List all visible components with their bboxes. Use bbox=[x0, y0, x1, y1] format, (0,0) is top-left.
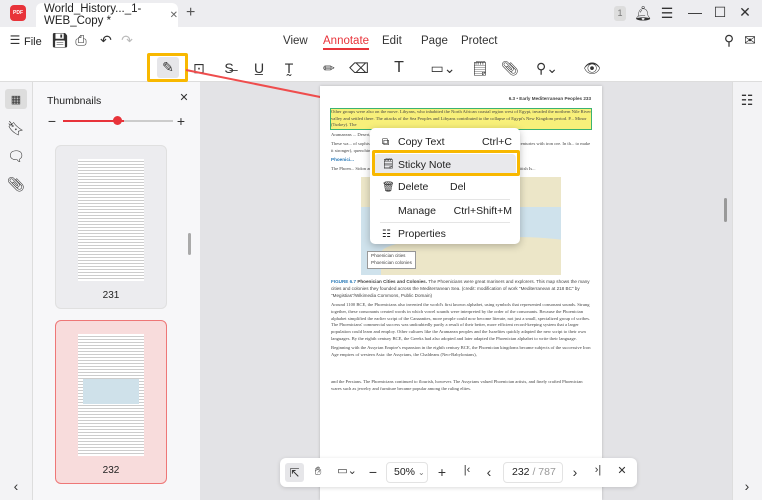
context-menu: ⧉ Copy Text Ctrl+C 🗒︎ Sticky Note 🗑︎ Delete D… bbox=[370, 128, 520, 244]
thumbnails-title: Thumbnails bbox=[47, 95, 102, 107]
paragraph: Around 1100 BCE, the Phoenicians also in… bbox=[331, 302, 591, 342]
sliders-icon: ☷ bbox=[382, 228, 391, 240]
menu-item-manage[interactable]: Manage Ctrl+Shift+M bbox=[370, 200, 520, 223]
prev-page-icon[interactable]: ‹ bbox=[482, 464, 496, 480]
copy-icon: ⧉ bbox=[382, 136, 390, 148]
zoom-out-icon[interactable]: − bbox=[366, 464, 380, 480]
map-legend: Phoenician cities Phoenician colonies bbox=[367, 251, 416, 269]
collapse-right-icon[interactable]: › bbox=[740, 478, 754, 494]
zoom-in-thumb-icon[interactable]: + bbox=[175, 113, 187, 129]
slider-handle[interactable] bbox=[113, 116, 122, 125]
page-number-input[interactable]: 232 / 787 bbox=[503, 462, 563, 483]
caption-title: Phoenician Cities and Colonies. bbox=[357, 279, 427, 285]
sticky-note-callout bbox=[372, 150, 520, 176]
legend-item: Phoenician cities bbox=[371, 253, 406, 259]
thumbnail-label: 232 bbox=[102, 465, 120, 476]
menu-item-delete[interactable]: 🗑︎ Delete Del bbox=[370, 176, 520, 199]
thumbnail-page-232[interactable]: 232 bbox=[55, 320, 167, 484]
figure-caption: FIGURE 6.7 Phoenician Cities and Colonie… bbox=[331, 279, 591, 299]
legend-item: Phoenician colonies bbox=[371, 259, 412, 265]
thumbnail-size-slider[interactable] bbox=[63, 116, 173, 125]
attachment-panel-icon[interactable]: 📎︎ bbox=[7, 176, 25, 193]
thumbnail-label: 231 bbox=[102, 290, 120, 301]
current-page: 232 bbox=[512, 466, 530, 478]
zoom-in-icon[interactable]: + bbox=[435, 464, 449, 480]
next-page-icon[interactable]: › bbox=[568, 464, 582, 480]
paragraph: Beginning with the Assyrian Empire's exp… bbox=[331, 345, 591, 358]
bottom-toolbar: ⇱ ✋︎ ▭⌄ − 50% ⌄ + |‹ ‹ 232 / 787 › ›| ✕ bbox=[280, 458, 637, 487]
view-mode-icon[interactable]: ▭⌄ bbox=[335, 464, 359, 477]
zoom-value: 50% bbox=[394, 466, 416, 478]
select-tool-icon[interactable]: ⇱ bbox=[285, 463, 304, 482]
caption-label: FIGURE 6.7 bbox=[331, 279, 357, 285]
panel-scrollbar[interactable] bbox=[188, 233, 191, 255]
thumbnail-page-231[interactable]: 231 bbox=[55, 145, 167, 309]
page-header: 6.3 • Early Mediterranean Peoples 233 bbox=[508, 96, 591, 101]
menu-item-properties[interactable]: ☷ Properties bbox=[370, 223, 520, 246]
bookmark-icon[interactable]: 🔖︎ bbox=[7, 120, 25, 137]
close-panel-icon[interactable]: ✕ bbox=[178, 91, 190, 104]
highlighted-text[interactable]: Other groups were also on the move. Liby… bbox=[330, 107, 592, 131]
total-pages: / 787 bbox=[532, 466, 556, 478]
paragraph: and the Persians. The Phoenicians contin… bbox=[331, 378, 583, 391]
trash-icon: 🗑︎ bbox=[382, 181, 395, 193]
right-rail bbox=[732, 82, 762, 500]
thumbnails-panel-icon[interactable]: ▦ bbox=[5, 89, 27, 109]
collapse-left-icon[interactable]: ‹ bbox=[9, 478, 23, 494]
zoom-out-thumb-icon[interactable]: − bbox=[46, 113, 58, 129]
comment-icon[interactable]: 🗨︎ bbox=[7, 148, 25, 165]
first-page-icon[interactable]: |‹ bbox=[460, 464, 474, 476]
last-page-icon[interactable]: ›| bbox=[591, 464, 605, 476]
page-scrollbar[interactable] bbox=[724, 198, 727, 222]
properties-panel-icon[interactable]: ☷ bbox=[740, 92, 754, 109]
left-icon-rail bbox=[0, 82, 33, 500]
close-toolbar-icon[interactable]: ✕ bbox=[615, 464, 629, 477]
zoom-select[interactable]: 50% ⌄ bbox=[386, 462, 428, 483]
hand-tool-icon[interactable]: ✋︎ bbox=[310, 464, 326, 479]
